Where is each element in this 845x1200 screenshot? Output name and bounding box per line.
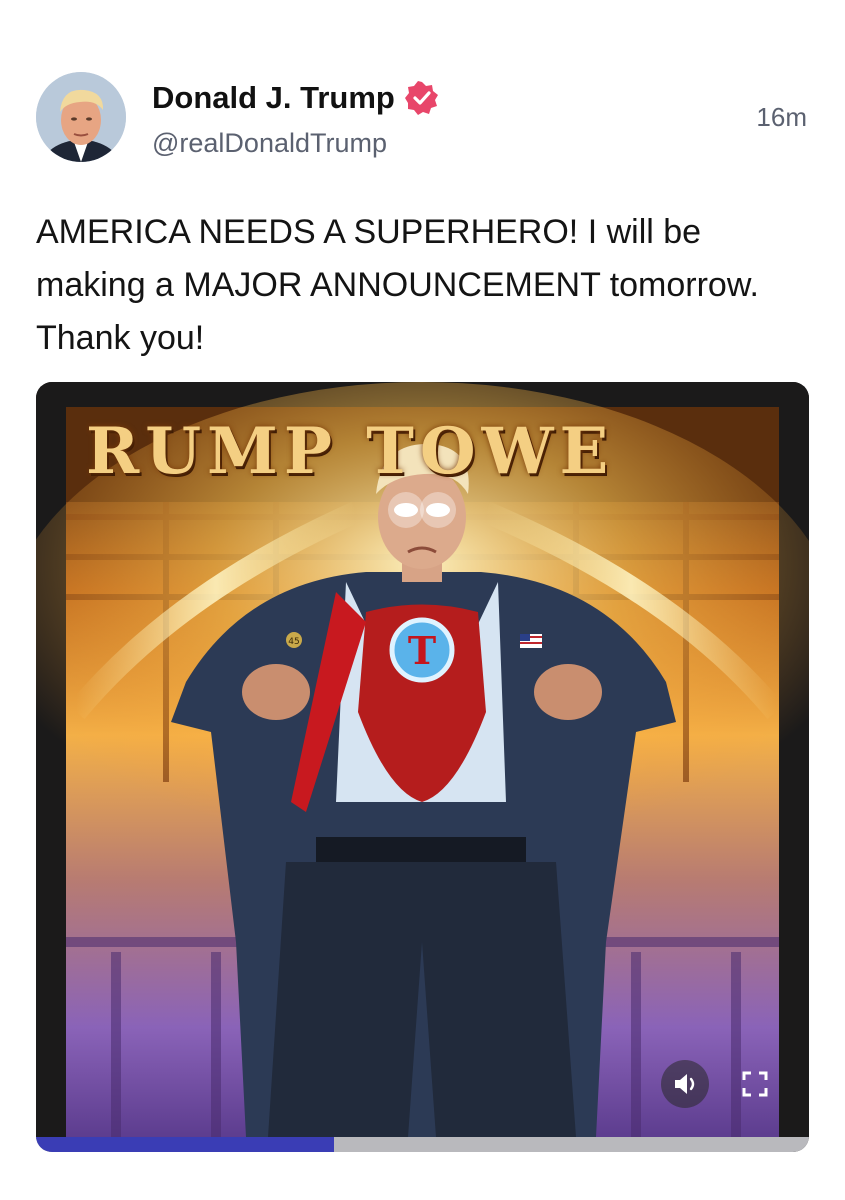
video-frame: T 45 xyxy=(36,382,809,1137)
svg-text:T: T xyxy=(408,628,436,673)
video-controls xyxy=(661,1060,779,1108)
post-text: AMERICA NEEDS A SUPERHERO! I will be mak… xyxy=(36,213,759,357)
verified-badge-icon xyxy=(404,81,439,115)
post-video[interactable]: T 45 RUMP TOWE xyxy=(36,382,809,1152)
post-card: Donald J. Trump @realDonaldTrump 16m AME… xyxy=(0,0,845,1200)
author-display-name[interactable]: Donald J. Trump xyxy=(152,80,439,116)
lapel-pin-text: 45 xyxy=(288,637,299,647)
video-progress-fill xyxy=(36,1137,334,1152)
fullscreen-icon xyxy=(742,1071,768,1097)
building-sign-text: RUMP TOWE xyxy=(86,414,615,489)
avatar-image xyxy=(36,72,126,162)
author-handle[interactable]: @realDonaldTrump xyxy=(152,128,387,159)
display-name-text: Donald J. Trump xyxy=(152,80,395,115)
speaker-icon xyxy=(675,1074,695,1094)
post-timestamp[interactable]: 16m xyxy=(756,102,807,133)
volume-button[interactable] xyxy=(661,1060,709,1108)
video-progress-bar[interactable] xyxy=(36,1137,809,1152)
fullscreen-button[interactable] xyxy=(731,1060,779,1108)
author-avatar[interactable] xyxy=(36,72,126,162)
